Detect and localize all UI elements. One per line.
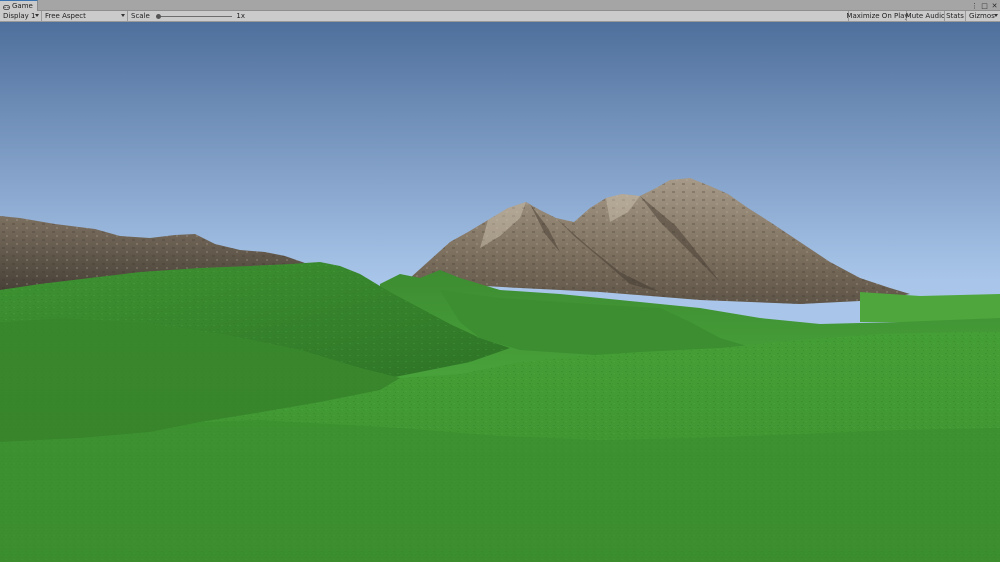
- game-toolbar: Display 1 Free Aspect Scale 1x Maximize …: [0, 11, 1000, 22]
- stats-toggle[interactable]: Stats: [944, 11, 965, 21]
- scale-label: Scale: [131, 11, 150, 20]
- scale-value: 1x: [236, 11, 245, 20]
- maximize-icon[interactable]: □: [981, 2, 988, 10]
- chevron-down-icon: [35, 14, 39, 17]
- tab-label: Game: [12, 1, 33, 10]
- mute-audio-toggle[interactable]: Mute Audio: [905, 11, 946, 21]
- gamepad-icon: [3, 4, 10, 10]
- scale-slider[interactable]: [155, 13, 233, 19]
- scale-slider-thumb[interactable]: [155, 13, 161, 19]
- window-controls: ⋮ □ ✕: [971, 1, 998, 10]
- aspect-dropdown-label: Free Aspect: [45, 11, 86, 20]
- front-ridge-shadow: [0, 420, 1000, 562]
- tab-bar: Game ⋮ □ ✕: [0, 0, 1000, 11]
- chevron-down-icon: [994, 14, 998, 17]
- far-plain-right: [860, 292, 1000, 322]
- display-dropdown-label: Display 1: [3, 11, 36, 20]
- gizmos-dropdown[interactable]: Gizmos: [965, 11, 1000, 21]
- display-dropdown[interactable]: Display 1: [0, 11, 42, 21]
- gizmos-label: Gizmos: [969, 11, 995, 20]
- toolbar-right-group: Maximize On Play Mute Audio Stats Gizmos: [846, 11, 1000, 21]
- tab-game[interactable]: Game: [0, 0, 38, 11]
- game-view-window: Game ⋮ □ ✕ Display 1 Free Aspect Scale 1…: [0, 0, 1000, 562]
- scale-control: Scale 1x: [128, 11, 248, 21]
- mute-audio-label: Mute Audio: [905, 11, 946, 20]
- maximize-on-play-toggle[interactable]: Maximize On Play: [846, 11, 909, 21]
- maximize-on-play-label: Maximize On Play: [846, 11, 909, 20]
- more-options-icon[interactable]: ⋮: [971, 2, 978, 10]
- stats-label: Stats: [946, 11, 964, 20]
- aspect-dropdown[interactable]: Free Aspect: [42, 11, 128, 21]
- chevron-down-icon: [121, 14, 125, 17]
- close-icon[interactable]: ✕: [991, 2, 998, 10]
- terrain-scene: [0, 22, 1000, 562]
- game-viewport[interactable]: [0, 22, 1000, 562]
